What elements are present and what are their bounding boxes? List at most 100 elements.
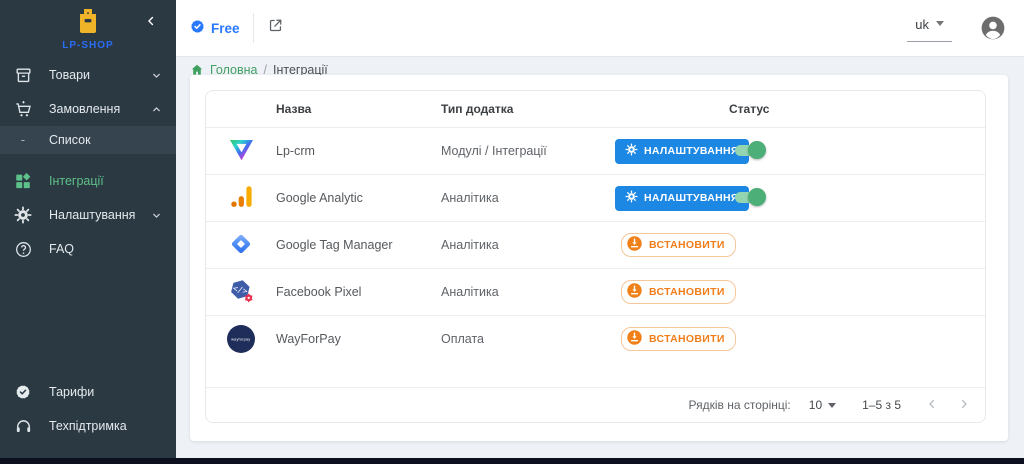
language-select[interactable]: uk xyxy=(907,15,952,42)
table-row: Google Analytic Аналітика НАЛАШТУВАННЯ xyxy=(206,174,985,221)
integrations-widgets-icon xyxy=(12,172,34,190)
install-button[interactable]: ВСТАНОВИТИ xyxy=(621,233,736,257)
install-circle-icon xyxy=(627,330,642,348)
plan-badge[interactable]: Free xyxy=(189,18,240,38)
orders-cart-icon xyxy=(12,100,34,119)
table-row: wayforpay WayForPay Оплата ВСТАНОВИТИ xyxy=(206,315,985,362)
caret-down-icon xyxy=(936,21,944,26)
sidebar-item-label: Налаштування xyxy=(49,208,135,222)
integration-type: Аналітика xyxy=(441,191,611,205)
topbar-divider xyxy=(253,13,254,43)
sidebar-item-label: Інтеграції xyxy=(49,174,104,188)
open-storefront-button[interactable] xyxy=(267,17,284,39)
integration-type: Оплата xyxy=(441,332,611,346)
main-content: Головна / Інтеграції Назва Тип додатка С… xyxy=(176,57,1024,458)
integration-name: Google Tag Manager xyxy=(276,238,441,252)
sidebar-collapse-button[interactable] xyxy=(144,14,160,30)
account-avatar[interactable] xyxy=(980,15,1006,41)
install-button-label: ВСТАНОВИТИ xyxy=(649,286,725,298)
integration-name: WayForPay xyxy=(276,332,441,346)
integration-type: Модулі / Інтеграції xyxy=(441,144,611,158)
rows-per-page-value: 10 xyxy=(809,398,822,412)
support-headset-icon xyxy=(12,417,34,436)
pagination-range: 1–5 з 5 xyxy=(862,398,901,412)
gear-icon xyxy=(625,190,638,206)
table-filler xyxy=(206,362,985,387)
verified-badge-icon xyxy=(189,18,206,38)
wayforpay-logo: wayforpay xyxy=(227,325,255,353)
language-value: uk xyxy=(915,17,929,32)
lp-crm-logo xyxy=(228,137,255,165)
configure-button-label: НАЛАШТУВАННЯ xyxy=(644,145,739,157)
sidebar-item-label: FAQ xyxy=(49,242,74,256)
sidebar-item-label: Техпідтримка xyxy=(49,419,127,433)
integration-type: Аналітика xyxy=(441,238,611,252)
topbar: Free uk xyxy=(176,0,1024,57)
sidebar-item-label: Товари xyxy=(49,68,90,82)
chevron-down-icon xyxy=(151,70,162,81)
gear-icon xyxy=(625,143,638,159)
sidebar-item-orders[interactable]: Замовлення xyxy=(0,92,176,126)
rows-per-page-select[interactable]: 10 xyxy=(809,398,836,412)
dash-bullet: - xyxy=(12,133,34,147)
sidebar-item-integrations[interactable]: Інтеграції xyxy=(0,164,176,198)
column-header-status: Статус xyxy=(729,102,985,116)
status-toggle[interactable] xyxy=(733,188,766,206)
integration-type: Аналітика xyxy=(441,285,611,299)
integration-name: Lp-crm xyxy=(276,144,441,158)
breadcrumb: Головна / Інтеграції xyxy=(176,57,1024,77)
sidebar-nav: Товари Замовлення - Список Інтеграції xyxy=(0,58,176,266)
tariffs-badge-icon xyxy=(12,383,34,401)
integrations-table: Назва Тип додатка Статус Lp-crm Модулі /… xyxy=(205,90,986,423)
chevron-up-icon xyxy=(151,104,162,115)
faq-help-icon xyxy=(12,240,34,259)
wayforpay-logo-text: wayforpay xyxy=(231,337,250,341)
chevron-right-icon xyxy=(957,397,971,414)
table-row: </> Facebook Pixel Аналітика ВСТАНОВИТИ xyxy=(206,268,985,315)
install-circle-icon xyxy=(627,236,642,254)
previous-page-button[interactable] xyxy=(925,397,939,414)
integrations-card: Назва Тип додатка Статус Lp-crm Модулі /… xyxy=(190,75,1008,441)
sidebar-header: LP-SHOP xyxy=(0,0,176,54)
rows-per-page-label: Рядків на сторінці: xyxy=(689,398,791,412)
status-toggle[interactable] xyxy=(733,141,766,159)
account-circle-icon xyxy=(980,28,1006,45)
sidebar-item-settings[interactable]: Налаштування xyxy=(0,198,176,232)
column-header-name: Назва xyxy=(276,102,441,116)
logo-text: LP-SHOP xyxy=(62,40,113,51)
bottom-window-edge xyxy=(0,458,1024,464)
table-row: Google Tag Manager Аналітика ВСТАНОВИТИ xyxy=(206,221,985,268)
table-row: Lp-crm Модулі / Інтеграції НАЛАШТУВАННЯ xyxy=(206,127,985,174)
products-box-icon xyxy=(12,66,34,85)
integration-name: Facebook Pixel xyxy=(276,285,441,299)
chevron-left-icon xyxy=(144,15,158,32)
install-button-label: ВСТАНОВИТИ xyxy=(649,333,725,345)
chevron-left-icon xyxy=(925,397,939,414)
sidebar-footer: Тарифи Техпідтримка xyxy=(0,375,176,443)
plan-label: Free xyxy=(211,21,240,36)
install-button[interactable]: ВСТАНОВИТИ xyxy=(621,280,736,304)
integration-name: Google Analytic xyxy=(276,191,441,205)
facebook-pixel-logo: </> xyxy=(228,277,255,307)
column-header-type: Тип додатка xyxy=(441,102,611,116)
install-button[interactable]: ВСТАНОВИТИ xyxy=(621,327,736,351)
google-tag-manager-logo xyxy=(228,231,254,260)
sidebar-item-label: Тарифи xyxy=(49,385,94,399)
open-in-new-icon xyxy=(267,17,284,39)
sidebar-item-orders-list[interactable]: - Список xyxy=(0,126,176,154)
pagination-bar: Рядків на сторінці: 10 1–5 з 5 xyxy=(206,387,985,422)
sidebar-item-tariffs[interactable]: Тарифи xyxy=(0,375,176,409)
sidebar-item-faq[interactable]: FAQ xyxy=(0,232,176,266)
settings-gear-icon xyxy=(12,206,34,224)
sidebar-item-products[interactable]: Товари xyxy=(0,58,176,92)
install-button-label: ВСТАНОВИТИ xyxy=(649,239,725,251)
caret-down-icon xyxy=(828,403,836,408)
configure-button-label: НАЛАШТУВАННЯ xyxy=(644,192,739,204)
sidebar-item-support[interactable]: Техпідтримка xyxy=(0,409,176,443)
install-circle-icon xyxy=(627,283,642,301)
next-page-button[interactable] xyxy=(957,397,971,414)
sidebar-item-label: Список xyxy=(49,133,91,147)
sidebar: LP-SHOP Товари Замовлення xyxy=(0,0,176,458)
google-analytics-logo xyxy=(229,184,254,212)
chevron-down-icon xyxy=(151,210,162,221)
